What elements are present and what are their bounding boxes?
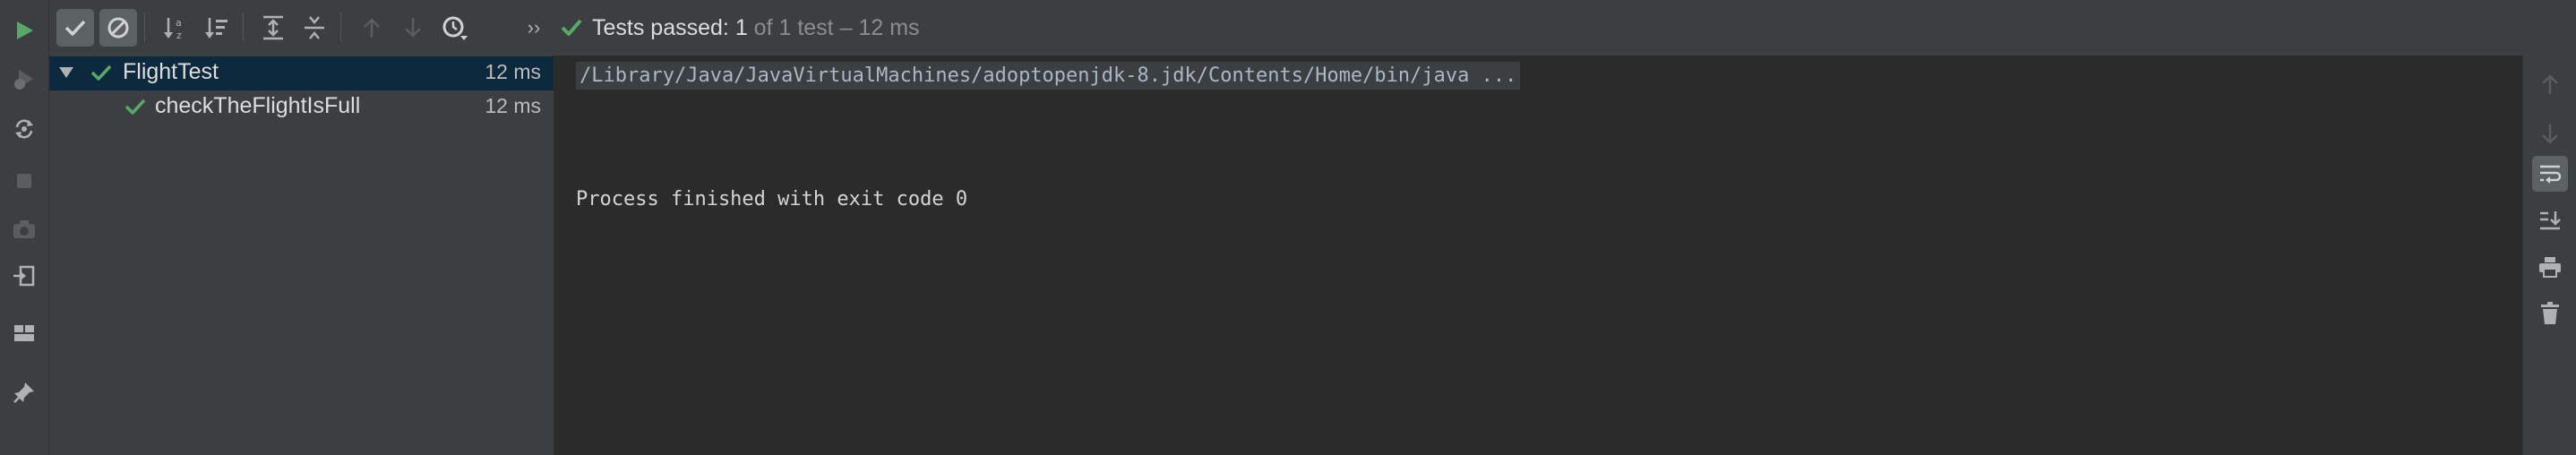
scroll-up-icon[interactable]: [2532, 66, 2568, 102]
test-runner-toolbar: az ››: [49, 0, 2576, 56]
status-passed-count: 1: [734, 14, 748, 40]
test-method-row[interactable]: checkTheFlightIsFull 12 ms: [49, 90, 554, 124]
sort-alphabetically-icon[interactable]: az: [157, 9, 194, 47]
expand-all-icon[interactable]: [254, 9, 292, 47]
more-icon[interactable]: ››: [515, 9, 553, 47]
status-passed-label: Tests passed:: [592, 14, 729, 40]
collapse-all-icon[interactable]: [296, 9, 333, 47]
test-class-row[interactable]: FlightTest 12 ms: [49, 56, 554, 90]
screenshot-icon[interactable]: [7, 213, 41, 245]
passed-check-icon: [90, 64, 112, 81]
svg-text:a: a: [176, 17, 182, 29]
toolbar-separator: [243, 13, 244, 41]
exit-message: Process finished with exit code 0: [576, 188, 968, 210]
toggle-auto-test-icon[interactable]: [7, 113, 41, 145]
previous-failed-icon[interactable]: [353, 9, 391, 47]
more-label: ››: [527, 16, 541, 39]
layout-icon[interactable]: [7, 317, 41, 349]
rerun-icon[interactable]: [7, 14, 41, 47]
rerun-failed-icon[interactable]: [7, 63, 41, 95]
status-separator: –: [839, 14, 853, 40]
clear-all-icon[interactable]: [2532, 296, 2568, 331]
test-status: Tests passed: 1 of 1 test – 12 ms: [560, 0, 920, 56]
test-tree: FlightTest 12 ms checkTheFlightIsFull 12…: [49, 56, 554, 455]
next-failed-icon[interactable]: [394, 9, 432, 47]
pin-icon[interactable]: [7, 376, 41, 408]
test-class-name: FlightTest: [123, 59, 219, 84]
import-tests-icon[interactable]: [7, 260, 41, 292]
console-toolbar: [2522, 56, 2576, 455]
show-ignored-icon[interactable]: [99, 9, 137, 47]
status-duration: 12 ms: [858, 14, 920, 40]
test-history-icon[interactable]: [436, 9, 474, 47]
soft-wrap-icon[interactable]: [2532, 156, 2568, 192]
scroll-down-icon[interactable]: [2532, 116, 2568, 152]
print-icon[interactable]: [2532, 249, 2568, 285]
stop-icon[interactable]: [7, 165, 41, 197]
status-total: of 1 test: [753, 14, 834, 40]
passed-check-icon: [125, 99, 146, 115]
run-tool-sidebar: [0, 0, 49, 455]
scroll-to-end-icon[interactable]: [2532, 202, 2568, 238]
test-method-name: checkTheFlightIsFull: [155, 93, 361, 118]
expand-arrow-icon[interactable]: [58, 66, 74, 79]
show-passed-icon[interactable]: [56, 9, 94, 47]
test-method-time: 12 ms: [485, 94, 541, 117]
toolbar-separator: [340, 13, 341, 41]
console-output[interactable]: /Library/Java/JavaVirtualMachines/adopto…: [554, 56, 2521, 455]
test-class-time: 12 ms: [485, 60, 541, 83]
passed-check-icon: [561, 19, 582, 36]
sort-by-duration-icon[interactable]: [198, 9, 236, 47]
java-command-line[interactable]: /Library/Java/JavaVirtualMachines/adopto…: [576, 62, 1521, 90]
toolbar-separator: [144, 13, 145, 41]
svg-text:z: z: [176, 30, 182, 41]
